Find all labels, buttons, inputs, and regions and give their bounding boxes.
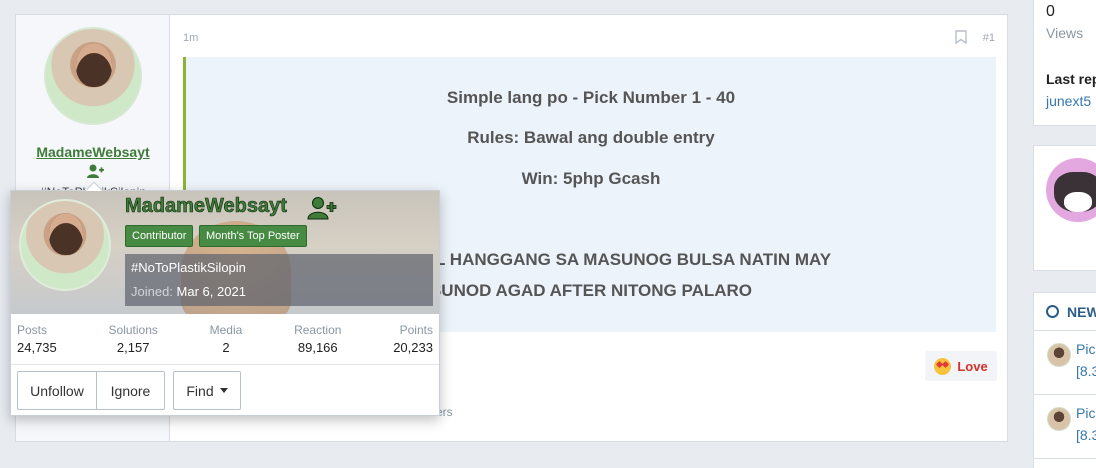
- stat-solutions[interactable]: Solutions 2,157: [109, 315, 158, 364]
- heart-eyes-icon: [934, 357, 952, 375]
- tooltip-avatar[interactable]: [19, 199, 111, 291]
- fire-icon: [1046, 305, 1059, 318]
- love-reaction-label: Love: [957, 358, 988, 374]
- stat-label: Media: [209, 323, 243, 337]
- love-reaction-button[interactable]: Love: [925, 351, 997, 381]
- content-line: Rules: Bawal ang double entry: [467, 128, 715, 147]
- post-timestamp[interactable]: 1m: [183, 32, 198, 44]
- find-label: Find: [186, 382, 214, 399]
- stat-posts[interactable]: Posts 24,735: [17, 315, 57, 364]
- badge-contributor: Contributor: [125, 225, 194, 247]
- avatar[interactable]: [1047, 407, 1071, 431]
- profile-banner: MadameWebsayt Contributor Month's Top Po…: [11, 191, 439, 314]
- stat-label: Points: [399, 323, 433, 337]
- new-post-title[interactable]: Pic: [1076, 405, 1095, 421]
- list-item[interactable]: Pic [8.3: [1034, 397, 1096, 459]
- stat-value: 24,735: [17, 340, 57, 355]
- find-dropdown-button[interactable]: Find: [173, 371, 241, 410]
- new-posts-header[interactable]: NEW: [1034, 293, 1096, 331]
- unfollow-button[interactable]: Unfollow: [17, 371, 97, 410]
- follow-user-icon[interactable]: [86, 163, 104, 179]
- stat-label: Reaction: [294, 323, 342, 337]
- views-count: 0: [1046, 3, 1055, 20]
- avatar[interactable]: [1047, 343, 1071, 367]
- post-number-link[interactable]: #1: [983, 32, 995, 44]
- joined-info: Joined: Mar 6, 2021: [131, 284, 246, 299]
- member-stats: Posts 24,735 Solutions 2,157 Media 2 Rea…: [11, 315, 439, 365]
- member-tooltip: MadameWebsayt Contributor Month's Top Po…: [10, 181, 440, 416]
- stat-points[interactable]: Points 20,233: [393, 315, 433, 364]
- new-post-subtitle[interactable]: [8.3: [1076, 427, 1096, 443]
- content-line: Simple lang po - Pick Number 1 - 40: [446, 88, 736, 107]
- new-posts-widget: NEW Pic [8.3 Pic [8.3: [1033, 292, 1096, 468]
- stat-value: 2: [222, 340, 230, 355]
- stat-value: 89,166: [297, 340, 338, 355]
- new-post-title[interactable]: Pic: [1076, 341, 1095, 357]
- bookmark-icon[interactable]: [955, 30, 967, 44]
- stat-media[interactable]: Media 2: [210, 315, 243, 364]
- tooltip-actions: Unfollow Ignore Find: [17, 371, 241, 410]
- badge-top-poster: Month's Top Poster: [199, 225, 307, 247]
- tooltip-username[interactable]: MadameWebsayt: [125, 195, 288, 218]
- author-avatar[interactable]: [44, 27, 142, 125]
- follow-user-icon[interactable]: [307, 196, 337, 220]
- views-label: Views: [1046, 25, 1084, 41]
- chevron-down-icon: [219, 388, 228, 393]
- stat-value: 2,157: [116, 340, 150, 355]
- stat-label: Posts: [17, 323, 48, 337]
- last-reply-label: Last rep: [1046, 71, 1096, 87]
- joined-date: Mar 6, 2021: [176, 284, 246, 299]
- new-posts-title: NEW: [1067, 303, 1096, 320]
- list-item[interactable]: Pic [8.3: [1034, 333, 1096, 395]
- tooltip-signature: #NoToPlastikSilopin: [131, 260, 246, 275]
- ignore-button[interactable]: Ignore: [97, 371, 165, 410]
- sidebar-user-card: [1033, 145, 1096, 271]
- new-post-subtitle[interactable]: [8.3: [1076, 363, 1096, 379]
- thread-stats-card: 0 Views Last rep junext5: [1033, 0, 1096, 126]
- stat-label: Solutions: [108, 323, 158, 337]
- stat-value: 20,233: [393, 340, 433, 355]
- stat-reaction[interactable]: Reaction 89,166: [294, 315, 341, 364]
- last-reply-user-link[interactable]: junext5: [1046, 93, 1091, 109]
- joined-label: Joined:: [131, 284, 173, 299]
- author-username-link[interactable]: MadameWebsayt: [16, 144, 170, 160]
- sidebar-user-avatar[interactable]: [1046, 158, 1096, 222]
- member-info-panel: #NoToPlastikSilopin Joined: Mar 6, 2021: [125, 254, 433, 306]
- content-line: Win: 5php Gcash: [521, 169, 661, 188]
